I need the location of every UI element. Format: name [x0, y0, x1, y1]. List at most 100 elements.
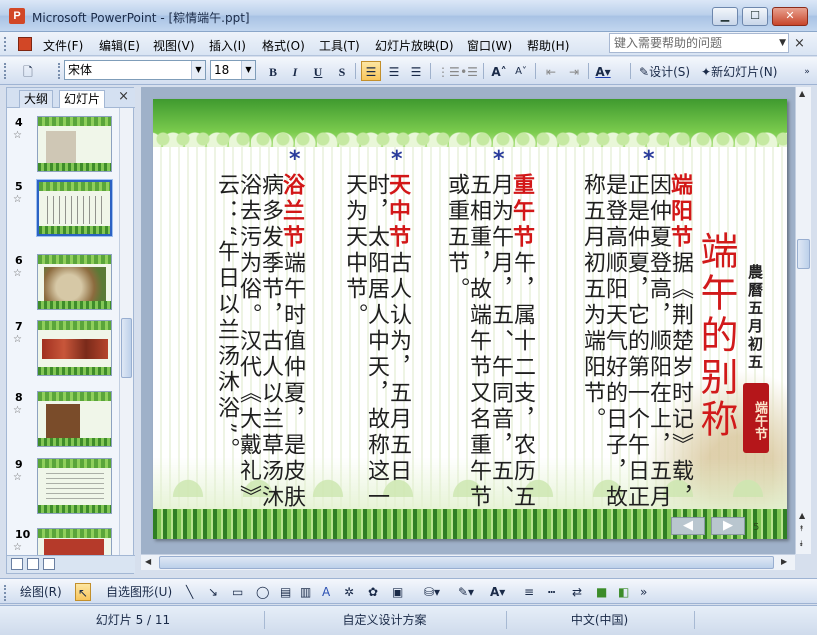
slide-thumbnail[interactable]: [37, 116, 112, 172]
select-pointer-icon[interactable]: ↖: [75, 583, 92, 601]
slides-pane-scrollbar[interactable]: [119, 108, 133, 556]
help-search-input[interactable]: 键入需要帮助的问题 ▼: [609, 33, 789, 53]
menu-tools[interactable]: 工具(T): [319, 37, 360, 54]
diagram-icon[interactable]: ✲: [344, 583, 354, 601]
slide-thumbnail-selected[interactable]: [36, 179, 113, 237]
align-left-icon[interactable]: ☰: [361, 61, 381, 81]
paragraph-duanyang[interactable]: 端阳节据《荆楚岁时记》载，因仲夏登高，顺阳在上，五月正是仲夏，它的第一个午日正是…: [580, 173, 693, 527]
3d-style-icon[interactable]: ◧: [618, 583, 629, 601]
toolbar-grip[interactable]: [4, 63, 6, 79]
increase-font-icon[interactable]: A˄: [489, 61, 509, 81]
italic-button[interactable]: I: [285, 61, 305, 81]
next-slide-arrow-icon[interactable]: ▶: [711, 517, 745, 535]
close-button[interactable]: ✕: [772, 7, 808, 26]
toolbar-options-icon[interactable]: »: [640, 583, 647, 601]
slide-thumbnail[interactable]: [37, 528, 112, 556]
wordart-icon[interactable]: A: [322, 583, 330, 601]
previous-slide-icon[interactable]: ⯭: [799, 524, 804, 534]
arrow-icon[interactable]: ↘: [208, 583, 218, 601]
arrow-style-icon[interactable]: ⇄: [572, 583, 582, 601]
fill-color-icon[interactable]: ⛁▾: [424, 583, 440, 601]
picture-icon[interactable]: ▣: [392, 583, 403, 601]
minimize-button[interactable]: ▁: [712, 7, 738, 26]
chevron-down-icon[interactable]: ▼: [191, 61, 205, 79]
normal-view-icon[interactable]: [11, 558, 23, 570]
font-color-icon[interactable]: A▾: [593, 61, 613, 81]
menu-view[interactable]: 视图(V): [153, 37, 195, 54]
bold-button[interactable]: B: [263, 61, 283, 81]
next-slide-icon[interactable]: ⯯: [799, 539, 804, 549]
document-icon[interactable]: [18, 37, 32, 51]
slideshow-view-icon[interactable]: [43, 558, 55, 570]
toolbar-grip[interactable]: [4, 585, 6, 601]
vertical-textbox-icon[interactable]: ▥: [300, 583, 311, 601]
font-name-select[interactable]: 宋体 ▼: [64, 60, 206, 80]
menu-grip[interactable]: [4, 37, 7, 51]
line-style-icon[interactable]: ≡: [524, 583, 534, 601]
design-button[interactable]: ✎设计(S): [636, 61, 694, 81]
decrease-indent-icon[interactable]: ⇤: [541, 61, 561, 81]
autoshapes-button[interactable]: 自选图形(U): [106, 583, 172, 601]
line-icon[interactable]: ╲: [186, 583, 193, 601]
draw-menu-button[interactable]: 绘图(R): [20, 583, 62, 601]
bullets-icon[interactable]: •☰: [459, 61, 479, 81]
rectangle-icon[interactable]: ▭: [232, 583, 243, 601]
align-right-icon[interactable]: ☰: [406, 61, 426, 81]
shadow-button[interactable]: S: [332, 61, 352, 81]
scroll-right-icon[interactable]: ▶: [781, 557, 787, 566]
line-color-icon[interactable]: ✎▾: [458, 583, 474, 601]
slide-sorter-view-icon[interactable]: [27, 558, 39, 570]
paragraph-tianzhong[interactable]: 天中节古人认为，五月五日时，太阳居人中天，故称这一天为天中节。: [331, 173, 411, 527]
slide-subtitle[interactable]: 農曆五月初五: [745, 264, 766, 372]
align-center-icon[interactable]: ☰: [384, 61, 404, 81]
dash-style-icon[interactable]: ┅: [548, 583, 555, 601]
shadow-style-icon[interactable]: ■: [596, 583, 607, 601]
increase-indent-icon[interactable]: ⇥: [564, 61, 584, 81]
scroll-up-icon[interactable]: ▲: [799, 89, 805, 98]
menu-help[interactable]: 帮助(H): [527, 37, 569, 54]
slide-thumbnail[interactable]: [37, 391, 112, 447]
current-slide[interactable]: * * * * 端阳节据《荆楚岁时记》载，因仲夏登高，顺阳在上，五月正是仲夏，它…: [153, 99, 787, 539]
document-close-button[interactable]: ×: [794, 36, 805, 51]
slide-thumbnail[interactable]: [37, 254, 112, 310]
scroll-left-icon[interactable]: ◀: [145, 557, 151, 566]
scroll-up-icon[interactable]: ▲: [799, 511, 805, 520]
maximize-button[interactable]: ☐: [742, 7, 768, 26]
slide-title[interactable]: 端午的别称: [694, 231, 738, 441]
menu-edit[interactable]: 编辑(E): [99, 37, 140, 54]
tab-outline[interactable]: 大纲: [19, 90, 54, 108]
pane-close-button[interactable]: ×: [118, 89, 129, 104]
numbering-icon[interactable]: ⋮☰: [436, 61, 461, 81]
font-size-select[interactable]: 18 ▼: [210, 60, 256, 80]
slide-thumbnail[interactable]: [37, 458, 112, 514]
menu-window[interactable]: 窗口(W): [467, 37, 512, 54]
clipart-icon[interactable]: ✿: [368, 583, 378, 601]
oval-icon[interactable]: ◯: [256, 583, 269, 601]
chevron-down-icon[interactable]: ▼: [241, 61, 255, 79]
slide-thumbnail[interactable]: [37, 320, 112, 376]
toolbar-options-icon[interactable]: »: [797, 61, 817, 81]
new-document-icon[interactable]: 🗋: [18, 61, 38, 81]
font-color-icon[interactable]: A▾: [490, 583, 505, 601]
paragraph-yulan[interactable]: 浴兰节端午时值仲夏，是皮肤病多发季节，古人以兰草汤沐浴去污为俗。汉代《大戴礼》云…: [199, 173, 305, 527]
scrollbar-thumb[interactable]: [159, 556, 774, 569]
scrollbar-thumb[interactable]: [121, 318, 132, 378]
main-vertical-scrollbar[interactable]: ▲ ▲ ⯭ ⯯: [795, 87, 811, 554]
decrease-font-icon[interactable]: A˅: [511, 61, 531, 81]
scrollbar-thumb[interactable]: [797, 239, 810, 269]
new-slide-button[interactable]: ✦新幻灯片(N): [698, 61, 788, 81]
toolbar-grip-2[interactable]: [58, 63, 60, 79]
menu-insert[interactable]: 插入(I): [209, 37, 246, 54]
menu-slideshow[interactable]: 幻灯片放映(D): [375, 37, 454, 54]
main-horizontal-scrollbar[interactable]: ◀ ▶: [141, 554, 795, 570]
status-design-template[interactable]: 自定义设计方案: [264, 611, 504, 629]
chevron-down-icon[interactable]: ▼: [779, 34, 786, 52]
tab-slides[interactable]: 幻灯片: [59, 90, 106, 108]
menu-format[interactable]: 格式(O): [262, 37, 305, 54]
powerpoint-app-icon[interactable]: P: [9, 8, 25, 24]
underline-button[interactable]: U: [308, 61, 328, 81]
textbox-icon[interactable]: ▤: [280, 583, 291, 601]
prev-slide-arrow-icon[interactable]: ◀: [671, 517, 705, 535]
menu-file[interactable]: 文件(F): [43, 37, 83, 54]
paragraph-chongwu[interactable]: 重午节午，属十二支，农历五月为午月，五、午同音，五、五相重，故端午节又名重午节或…: [429, 173, 535, 527]
